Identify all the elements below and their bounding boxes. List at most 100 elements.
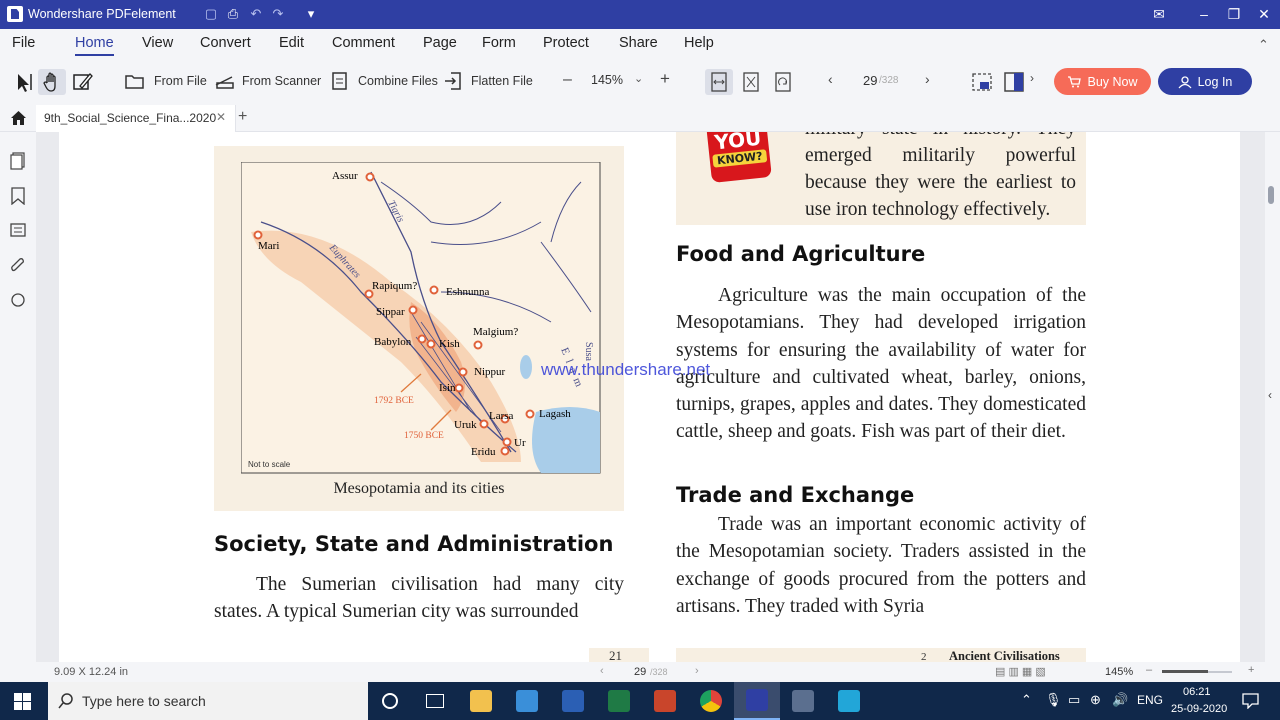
page-number-input[interactable]: 29 /328 [850, 70, 914, 92]
zoom-in-button[interactable]: + [660, 69, 670, 89]
map-city-label: Assur [332, 170, 358, 182]
undo-icon[interactable]: ↶ [248, 6, 264, 22]
pdf-page: Assur Mari Rapiqum? Eshnunna Sippar Malg… [59, 132, 1240, 662]
zoom-out-button[interactable]: – [563, 71, 572, 89]
rotate-icon [775, 72, 791, 92]
volume-icon[interactable]: 🔊 [1112, 692, 1128, 708]
collapse-ribbon-icon[interactable]: ⌃ [1258, 37, 1269, 53]
close-tab-icon[interactable]: ✕ [216, 110, 226, 124]
screen-recorder-icon[interactable] [826, 682, 872, 720]
view-mode-icons[interactable]: ▤ ▥ ▦ ▧ [995, 665, 1046, 678]
menu-file[interactable]: File [12, 35, 35, 51]
notification-icon[interactable] [1242, 692, 1259, 709]
menu-page[interactable]: Page [423, 35, 457, 51]
minimize-button[interactable]: – [1190, 4, 1218, 24]
app-icon-blue[interactable] [504, 682, 550, 720]
mail-icon[interactable]: ✉ [1145, 4, 1173, 24]
menu-view[interactable]: View [142, 35, 173, 51]
log-in-button[interactable]: Log In [1158, 68, 1252, 95]
menu-form[interactable]: Form [482, 35, 516, 51]
zoom-slider[interactable] [1162, 670, 1232, 673]
word-icon[interactable] [550, 682, 596, 720]
menu-convert[interactable]: Convert [200, 35, 251, 51]
bookmark-icon[interactable] [10, 187, 26, 205]
combine-files-button[interactable]: Combine Files [330, 69, 438, 93]
redo-icon[interactable]: ↷ [270, 6, 286, 22]
expand-right-panel-icon[interactable]: ‹ [1268, 388, 1272, 402]
search-icon[interactable] [10, 292, 26, 310]
pdfelement-taskbar-icon[interactable] [734, 682, 780, 720]
cortana-icon[interactable] [367, 682, 413, 720]
clock-date[interactable]: 25-09-2020 [1171, 703, 1227, 715]
page-layout-button[interactable] [1000, 69, 1028, 95]
status-page-current[interactable]: 29 [634, 666, 646, 678]
next-page-button[interactable]: › [925, 71, 930, 87]
clock-time[interactable]: 06:21 [1183, 686, 1211, 698]
fit-page-button[interactable] [737, 69, 765, 95]
photos-icon[interactable] [780, 682, 826, 720]
menu-share[interactable]: Share [619, 35, 658, 51]
society-heading: Society, State and Administration [214, 532, 614, 556]
flatten-file-button[interactable]: Flatten File [443, 69, 533, 93]
did-you-know-line: because they were the earliest to [805, 172, 1076, 193]
document-tab[interactable]: 9th_Social_Science_Fina...2020 ✕ [36, 105, 236, 132]
task-view-icon[interactable] [412, 682, 458, 720]
taskbar-search-box[interactable]: Type here to search [48, 682, 368, 720]
select-tool-button[interactable] [9, 69, 37, 95]
prev-page-button[interactable]: ‹ [828, 71, 833, 87]
rotate-view-button[interactable] [769, 69, 797, 95]
close-window-button[interactable]: ✕ [1250, 4, 1278, 24]
map-city-label: Eridu [471, 446, 496, 458]
combine-icon [332, 72, 347, 90]
battery-icon[interactable]: ▭ [1068, 692, 1080, 708]
hand-tool-button[interactable] [38, 69, 66, 95]
status-prev-page-icon[interactable]: ‹ [600, 665, 604, 677]
language-indicator[interactable]: ENG [1137, 693, 1163, 707]
thumbnails-icon[interactable] [10, 152, 26, 170]
excel-icon[interactable] [596, 682, 642, 720]
status-zoom-in-icon[interactable]: + [1248, 664, 1254, 676]
network-icon[interactable]: ⊕ [1090, 692, 1101, 708]
menu-help[interactable]: Help [684, 35, 714, 51]
status-next-page-icon[interactable]: › [695, 665, 699, 677]
from-file-button[interactable]: From File [124, 69, 207, 93]
document-viewer[interactable]: Assur Mari Rapiqum? Eshnunna Sippar Malg… [36, 132, 1265, 662]
zoom-select[interactable]: 145% ⌄ [588, 70, 650, 92]
windows-start-icon[interactable] [14, 693, 31, 710]
fit-width-button[interactable] [705, 69, 733, 95]
menu-edit[interactable]: Edit [279, 35, 304, 51]
tray-overflow-icon[interactable]: ⌃ [1021, 692, 1032, 708]
buy-now-button[interactable]: Buy Now [1054, 68, 1151, 95]
edit-tool-button[interactable] [68, 69, 96, 95]
new-tab-button[interactable]: + [238, 108, 247, 126]
more-tools-icon[interactable]: › [1030, 71, 1034, 85]
screenshot-icon [972, 73, 992, 91]
file-explorer-icon[interactable] [458, 682, 504, 720]
map-city-label: Larsa [489, 410, 514, 422]
screenshot-button[interactable] [968, 69, 996, 95]
save-icon[interactable]: ▢ [203, 6, 219, 22]
attachment-icon[interactable] [10, 257, 26, 275]
microphone-icon[interactable]: 🎙 [1045, 692, 1062, 708]
windows-taskbar: Type here to search ⌃ 🎙 ▭ ⊕ 🔊 ENG 06:21 … [0, 682, 1280, 720]
menu-home[interactable]: Home [75, 35, 114, 56]
comment-icon[interactable] [10, 222, 26, 240]
quick-access-dropdown-icon[interactable]: ▾ [303, 6, 319, 22]
map-caption: Mesopotamia and its cities [333, 480, 505, 497]
vertical-scrollbar[interactable]: ‹ [1265, 132, 1280, 662]
page-dimensions: 9.09 X 12.24 in [54, 666, 129, 678]
status-zoom-out-icon[interactable]: – [1146, 664, 1152, 676]
user-icon [1178, 75, 1192, 88]
print-icon[interactable]: ⎙ [225, 6, 241, 22]
restore-button[interactable]: ❐ [1220, 4, 1248, 24]
menu-protect[interactable]: Protect [543, 35, 589, 51]
chrome-icon[interactable] [688, 682, 734, 720]
menu-comment[interactable]: Comment [332, 35, 395, 51]
home-icon[interactable] [10, 110, 27, 126]
chevron-down-icon: ⌄ [634, 73, 644, 85]
tab-strip: 9th_Social_Science_Fina...2020 ✕ + [0, 105, 1280, 132]
status-zoom: 145% [1105, 666, 1134, 678]
powerpoint-icon[interactable] [642, 682, 688, 720]
scrollbar-thumb[interactable] [1268, 186, 1274, 204]
from-scanner-button[interactable]: From Scanner [214, 69, 321, 93]
